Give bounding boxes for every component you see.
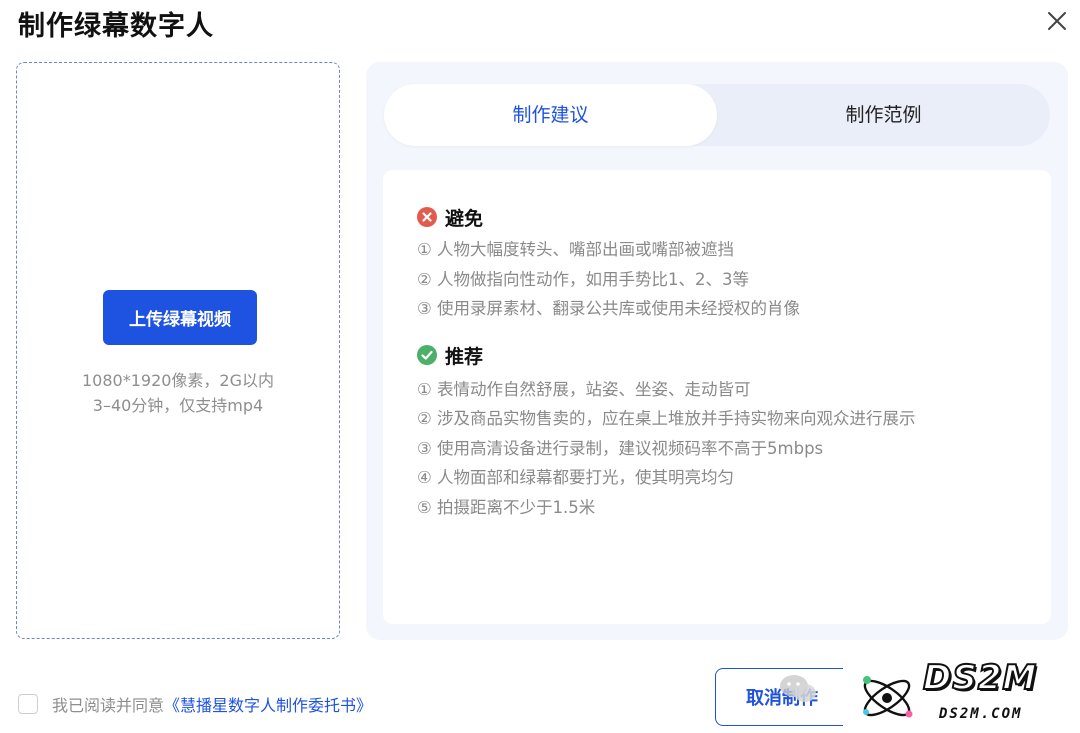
recommend-item: ① 表情动作自然舒展，站姿、坐姿、走动皆可 xyxy=(417,380,751,399)
watermark-logo: DS2M DS2M.COM xyxy=(843,654,1080,733)
avoid-item: ③ 使用录屏素材、翻录公共库或使用未经授权的肖像 xyxy=(417,299,801,318)
agreement-row: 我已阅读并同意 《慧播星数字人制作委托书》 xyxy=(18,692,372,716)
upload-dropzone[interactable]: 上传绿幕视频 1080*1920像素，2G以内 3–40分钟，仅支持mp4 xyxy=(16,62,340,639)
avoid-title: 避免 xyxy=(445,207,484,230)
page-title: 制作绿幕数字人 xyxy=(18,11,214,42)
watermark-domain: DS2M.COM xyxy=(939,706,1023,722)
suggestions-card: 避免 ① 人物大幅度转头、嘴部出画或嘴部被遮挡 ② 人物做指向性动作，如用手势比… xyxy=(383,170,1051,624)
recommend-item: ④ 人物面部和绿幕都要打光，使其明亮均匀 xyxy=(417,468,735,487)
agreement-text: 我已阅读并同意 xyxy=(52,696,165,715)
guidance-panel: 制作建议 制作范例 避免 ① 人物大幅度转头、嘴部出画或嘴部被遮挡 ② 人物做指… xyxy=(366,62,1068,640)
upload-hint-resolution: 1080*1920像素，2G以内 xyxy=(81,371,275,390)
avoid-item: ② 人物做指向性动作，如用手势比1、2、3等 xyxy=(417,270,750,289)
close-icon[interactable] xyxy=(1042,6,1072,36)
avoid-item: ① 人物大幅度转头、嘴部出画或嘴部被遮挡 xyxy=(417,240,735,259)
tab-bar: 制作建议 制作范例 xyxy=(384,84,1050,146)
upload-hint-duration: 3–40分钟，仅支持mp4 xyxy=(92,396,264,415)
recommend-section-header: 推荐 xyxy=(417,341,483,369)
upload-greenscreen-video-button[interactable]: 上传绿幕视频 xyxy=(103,290,257,345)
tab-suggestions[interactable]: 制作建议 xyxy=(384,84,717,146)
recommend-item: ⑤ 拍摄距离不少于1.5米 xyxy=(417,498,596,517)
agreement-link[interactable]: 《慧播星数字人制作委托书》 xyxy=(164,692,372,716)
error-circle-icon xyxy=(417,207,437,227)
agreement-checkbox[interactable] xyxy=(18,694,38,714)
recommend-title: 推荐 xyxy=(445,345,484,368)
avoid-section-header: 避免 xyxy=(417,203,483,231)
watermark-brand: DS2M xyxy=(922,657,1038,699)
check-circle-icon xyxy=(417,345,437,365)
atom-logo-icon xyxy=(863,676,913,718)
wechat-icon xyxy=(780,675,816,702)
recommend-item: ③ 使用高清设备进行录制，建议视频码率不高于5mbps xyxy=(417,439,824,458)
recommend-item: ② 涉及商品实物售卖的，应在桌上堆放并手持实物来向观众进行展示 xyxy=(417,409,916,428)
tab-examples[interactable]: 制作范例 xyxy=(717,84,1050,146)
